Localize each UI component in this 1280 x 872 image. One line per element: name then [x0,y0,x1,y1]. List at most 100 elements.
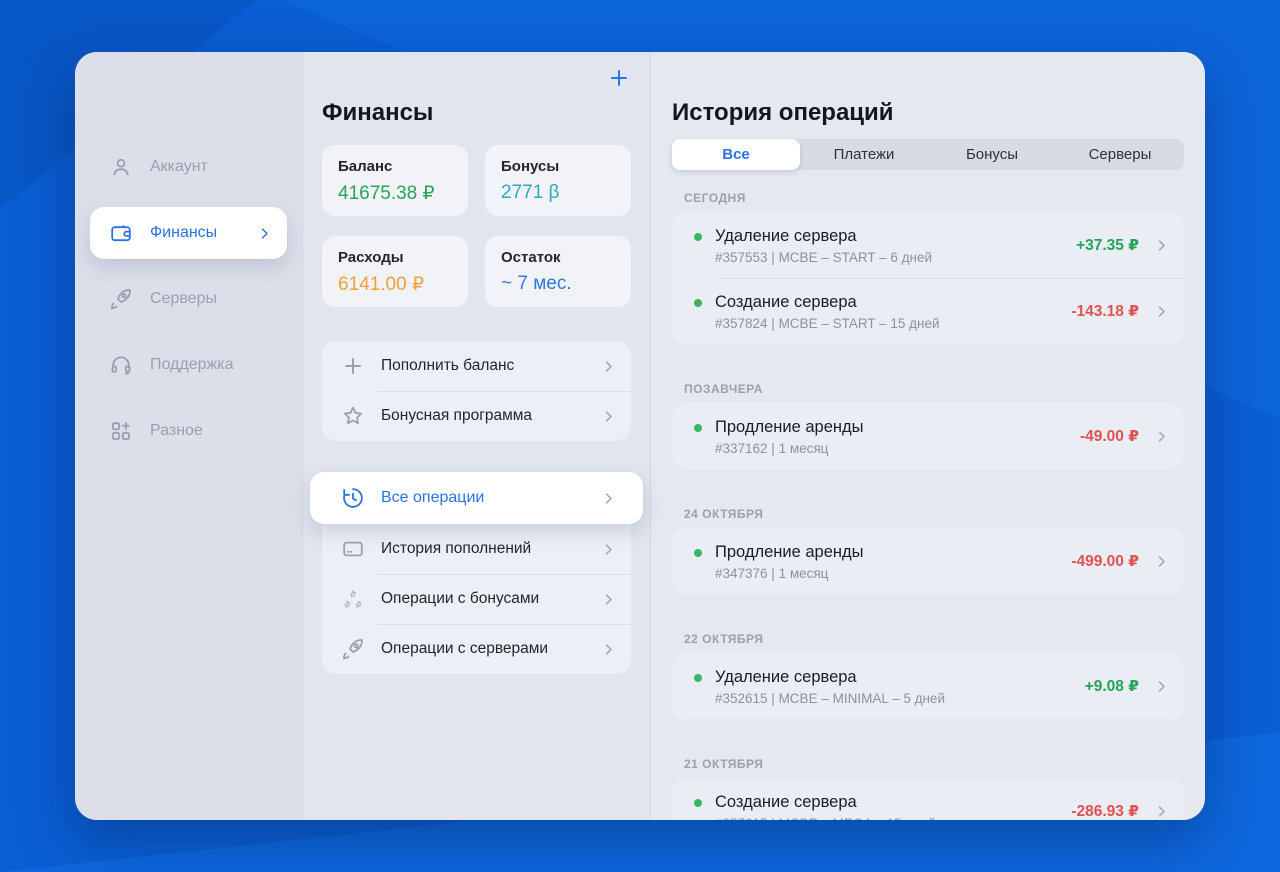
history-tab[interactable]: Серверы [1056,139,1184,170]
history-icon [341,486,365,510]
chevron-right-icon [600,408,617,425]
transaction-amount: -49.00 ₽ [1080,427,1139,446]
transaction-info: Продление аренды#337162 | 1 месяц [694,417,1066,456]
chevron-right-icon [600,641,617,658]
transaction-card: Удаление сервера#357553 | MCBE – START –… [672,212,1184,344]
chevron-right-icon [600,358,617,375]
sidebar-item[interactable]: Поддержка [90,339,287,391]
headphones-icon [109,353,133,377]
status-dot-icon [694,233,702,241]
history-tab[interactable]: Все [672,139,800,170]
stat-value: 6141.00 ₽ [338,273,452,296]
transaction-title: Создание сервера [715,292,940,312]
chevron-right-icon [600,490,617,507]
transaction-card: Удаление сервера#352615 | MCBE – MINIMAL… [672,653,1184,719]
transaction-info: Продление аренды #347376 | 1 месяц [694,542,1057,581]
transaction-title: Создание сервера [715,792,936,812]
date-group-label: 24 ОКТЯБРЯ [684,507,1184,521]
chevron-right-icon [1153,428,1170,445]
add-balance-button[interactable] [604,64,634,94]
transaction-text: Удаление сервера#357553 | MCBE – START –… [715,226,932,265]
transaction-card: Продление аренды #347376 | 1 месяц -499.00… [672,528,1184,594]
finance-stats: Баланс41675.38 ₽ Бонусы 2771 β Расходы6141.… [322,145,631,307]
sidebar-item-label: Аккаунт [150,158,208,176]
sidebar-item[interactable]: Разное [90,405,287,457]
transaction-row[interactable]: Продление аренды #347376 | 1 месяц -499.00… [672,528,1184,594]
menu-row-selected[interactable]: Все операции [310,472,643,524]
transaction-row[interactable]: Удаление сервера#352615 | MCBE – MINIMAL… [672,653,1184,719]
sidebar-item-label: Серверы [150,290,217,308]
transaction-subtitle: #357553 | MCBE – START – 6 дней [715,250,932,265]
menu-row[interactable]: Операции с бонусами [322,574,631,624]
status-dot-icon [694,424,702,432]
user-icon [109,155,133,179]
wallet-icon [109,221,133,245]
history-panel: История операций ВсеПлатежиБонусыСерверы… [651,52,1205,820]
menu-row-label: История пополнений [381,540,531,558]
transaction-text: Удаление сервера#352615 | MCBE – MINIMAL… [715,667,945,706]
menu-row[interactable]: Операции с серверами [322,624,631,674]
date-group-label: СЕГОДНЯ [684,191,1184,205]
menu-row[interactable]: Пополнить баланс [322,341,631,391]
operations-menu: Все операции История пополнений Операции с… [322,472,631,674]
credit-card-icon [341,537,365,561]
stat-value: ~ 7 мес. [501,273,615,295]
stat-card: Расходы6141.00 ₽ [322,236,468,307]
chevron-right-icon [256,225,273,242]
menu-row-label: Пополнить баланс [381,357,514,375]
chevron-right-icon [1153,303,1170,320]
history-groups: СЕГОДНЯ Удаление сервера#357553 | MCBE – … [672,191,1184,820]
finance-panel: Финансы Баланс41675.38 ₽ Бонусы 2771 β Расх… [302,52,651,820]
stars-icon [341,587,365,611]
star-icon [341,404,365,428]
rocket-icon [341,637,365,661]
sidebar-item-label: Разное [150,422,203,440]
stat-card: Баланс41675.38 ₽ [322,145,468,216]
date-group-label: 21 ОКТЯБРЯ [684,757,1184,771]
menu-row-label: Все операции [381,489,484,507]
transaction-row[interactable]: Продление аренды#337162 | 1 месяц -49.00 … [672,403,1184,469]
menu-row-label: Бонусная программа [381,407,532,425]
finance-title: Финансы [322,98,631,127]
stat-label: Баланс [338,158,452,175]
rocket-icon [109,287,133,311]
sidebar-item[interactable]: Аккаунт [90,141,287,193]
grid-plus-icon [109,419,133,443]
transaction-title: Продление аренды [715,542,864,562]
chevron-right-icon [1153,237,1170,254]
sidebar-item-label: Поддержка [150,356,233,374]
transaction-amount: -286.93 ₽ [1071,802,1139,821]
stat-value: 2771 β [501,182,615,204]
transaction-info: Создание сервера#357824 | MCBE – START –… [694,292,1057,331]
transaction-info: Создание сервера#357615 | MCBE – MEGA – … [694,792,1057,821]
transaction-text: Создание сервера#357824 | MCBE – START –… [715,292,940,331]
date-group-label: 22 ОКТЯБРЯ [684,632,1184,646]
history-tab[interactable]: Бонусы [928,139,1056,170]
transaction-text: Создание сервера#357615 | MCBE – MEGA – … [715,792,936,821]
transaction-card: Создание сервера#357615 | MCBE – MEGA – … [672,778,1184,820]
date-group-label: ПОЗАВЧЕРА [684,382,1184,396]
menu-row[interactable]: История пополнений [322,524,631,574]
transaction-info: Удаление сервера#357553 | MCBE – START –… [694,226,1062,265]
sidebar-item-label: Финансы [150,224,217,242]
menu-row[interactable]: Бонусная программа [322,391,631,441]
history-title: История операций [672,98,1184,127]
transaction-row[interactable]: Удаление сервера#357553 | MCBE – START –… [672,212,1184,278]
stat-label: Бонусы [501,158,615,175]
transaction-subtitle: #347376 | 1 месяц [715,566,864,581]
stat-card: Бонусы 2771 β [485,145,631,216]
transaction-row[interactable]: Создание сервера#357824 | MCBE – START –… [672,278,1184,344]
history-tab[interactable]: Платежи [800,139,928,170]
stat-card: Остаток ~ 7 мес. [485,236,631,307]
sidebar-item[interactable]: Серверы [90,273,287,325]
transaction-amount: -499.00 ₽ [1071,552,1139,571]
transaction-subtitle: #352615 | MCBE – MINIMAL – 5 дней [715,691,945,706]
sidebar: Аккаунт Финансы Серверы Поддержка Разное [75,52,302,820]
plus-icon [341,354,365,378]
stat-label: Остаток [501,249,615,266]
sidebar-item[interactable]: Финансы [90,207,287,259]
chevron-right-icon [1153,803,1170,820]
status-dot-icon [694,299,702,307]
chevron-right-icon [600,591,617,608]
transaction-row[interactable]: Создание сервера#357615 | MCBE – MEGA – … [672,778,1184,820]
